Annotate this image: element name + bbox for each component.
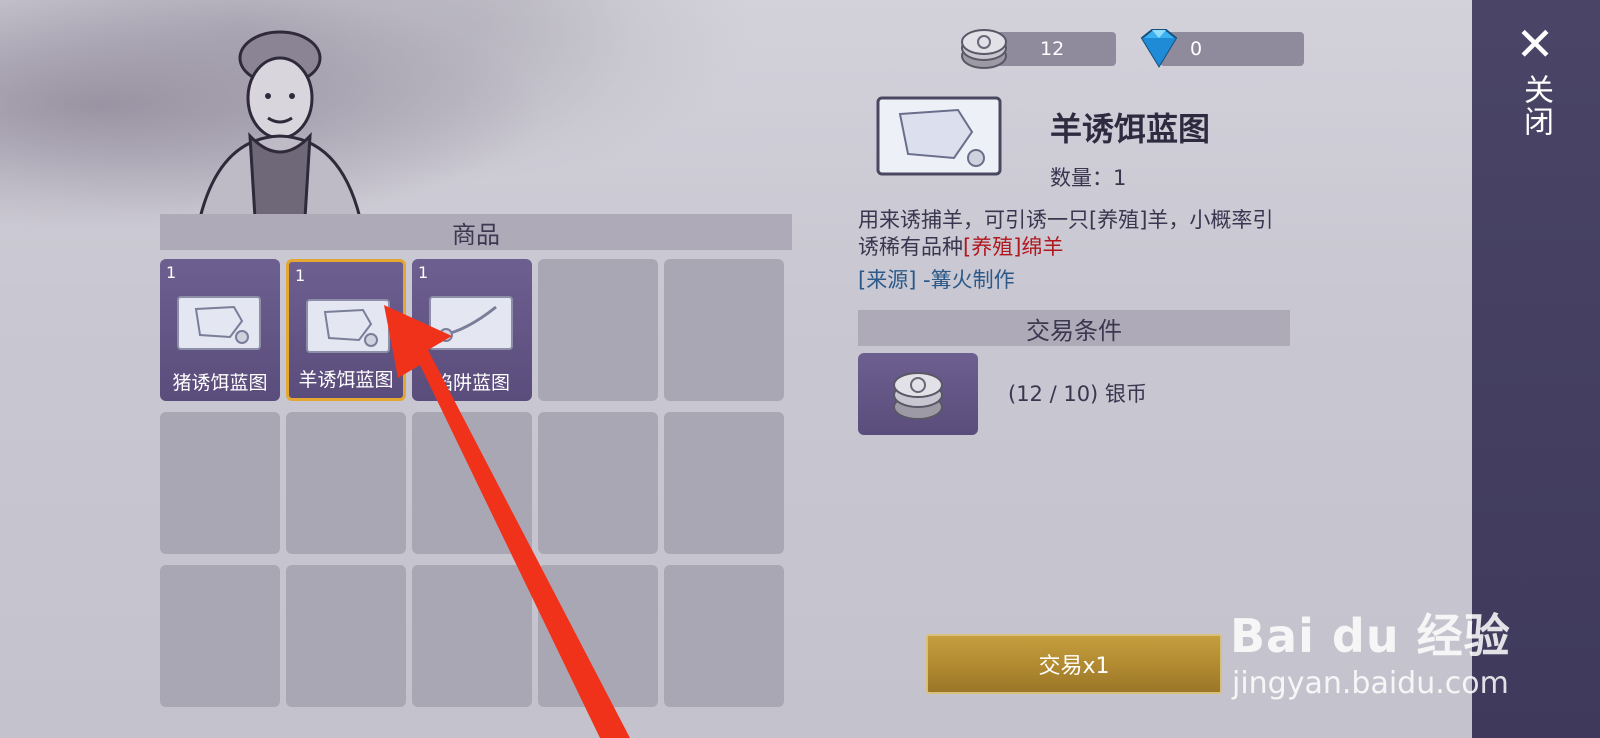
shop-slot-empty[interactable] bbox=[538, 412, 658, 554]
shop-slot-empty[interactable] bbox=[664, 259, 784, 401]
item-count: 1 bbox=[295, 266, 306, 285]
item-count: 1 bbox=[166, 263, 177, 282]
trade-button[interactable]: 交易x1 bbox=[926, 634, 1222, 694]
trade-conditions-header: 交易条件 bbox=[858, 310, 1290, 346]
item-count: 1 bbox=[418, 263, 429, 282]
merchant-portrait bbox=[198, 30, 362, 218]
shop-slot-empty[interactable] bbox=[160, 565, 280, 707]
silver-coin-icon bbox=[893, 372, 943, 420]
shop-slot-empty[interactable] bbox=[286, 412, 406, 554]
item-name: 陷阱蓝图 bbox=[433, 372, 510, 394]
close-icon: ✕ bbox=[1515, 17, 1555, 71]
description-highlight: [养殖]绵羊 bbox=[963, 235, 1064, 259]
shop-slot-empty[interactable] bbox=[286, 565, 406, 707]
shop-slot-empty[interactable] bbox=[664, 412, 784, 554]
background-scene bbox=[0, 0, 800, 300]
shop-slot-empty[interactable] bbox=[538, 565, 658, 707]
blueprint-icon bbox=[876, 96, 1002, 176]
shop-slot-trap-blueprint[interactable]: 1 陷阱蓝图 bbox=[412, 259, 532, 401]
trap-blueprint-icon bbox=[429, 296, 513, 350]
watermark-url: jingyan.baidu.com bbox=[1232, 666, 1509, 701]
close-button[interactable]: ✕ 关闭 bbox=[1510, 20, 1560, 150]
item-name: 猪诱饵蓝图 bbox=[172, 372, 268, 394]
shop-header: 商品 bbox=[160, 214, 792, 250]
silver-amount: 12 bbox=[1040, 38, 1065, 60]
item-source: [来源] -篝火制作 bbox=[858, 268, 1015, 292]
diamond-amount: 0 bbox=[1190, 38, 1203, 60]
silver-coin-icon bbox=[961, 29, 1007, 69]
shop-slot-empty[interactable] bbox=[160, 412, 280, 554]
close-label: 关闭 bbox=[1518, 74, 1553, 138]
requirement-text: (12 / 10) 银币 bbox=[1008, 382, 1147, 406]
shop-slot-empty[interactable] bbox=[412, 412, 532, 554]
item-description: 用来诱捕羊，可引诱一只[养殖]羊，小概率引诱稀有品种[养殖]绵羊 bbox=[858, 207, 1288, 261]
watermark-logo: Bai du 经验 bbox=[1230, 609, 1511, 663]
shop-slot-empty[interactable] bbox=[412, 565, 532, 707]
shop-slot-sheep-bait-blueprint[interactable]: 1 羊诱饵蓝图 bbox=[286, 259, 406, 401]
item-name: 羊诱饵蓝图 bbox=[298, 369, 394, 391]
blueprint-icon bbox=[306, 299, 390, 353]
shop-slot-pig-bait-blueprint[interactable]: 1 猪诱饵蓝图 bbox=[160, 259, 280, 401]
blueprint-icon bbox=[177, 296, 261, 350]
requirement-slot bbox=[858, 353, 978, 435]
item-quantity: 数量：1 bbox=[1050, 166, 1127, 190]
description-text: 用来诱捕羊，可引诱一只[养殖]羊，小概率引诱稀有品种 bbox=[858, 208, 1274, 259]
item-title: 羊诱饵蓝图 bbox=[1050, 110, 1211, 148]
diamond-icon bbox=[1140, 29, 1178, 68]
shop-slot-empty[interactable] bbox=[538, 259, 658, 401]
shop-slot-empty[interactable] bbox=[664, 565, 784, 707]
